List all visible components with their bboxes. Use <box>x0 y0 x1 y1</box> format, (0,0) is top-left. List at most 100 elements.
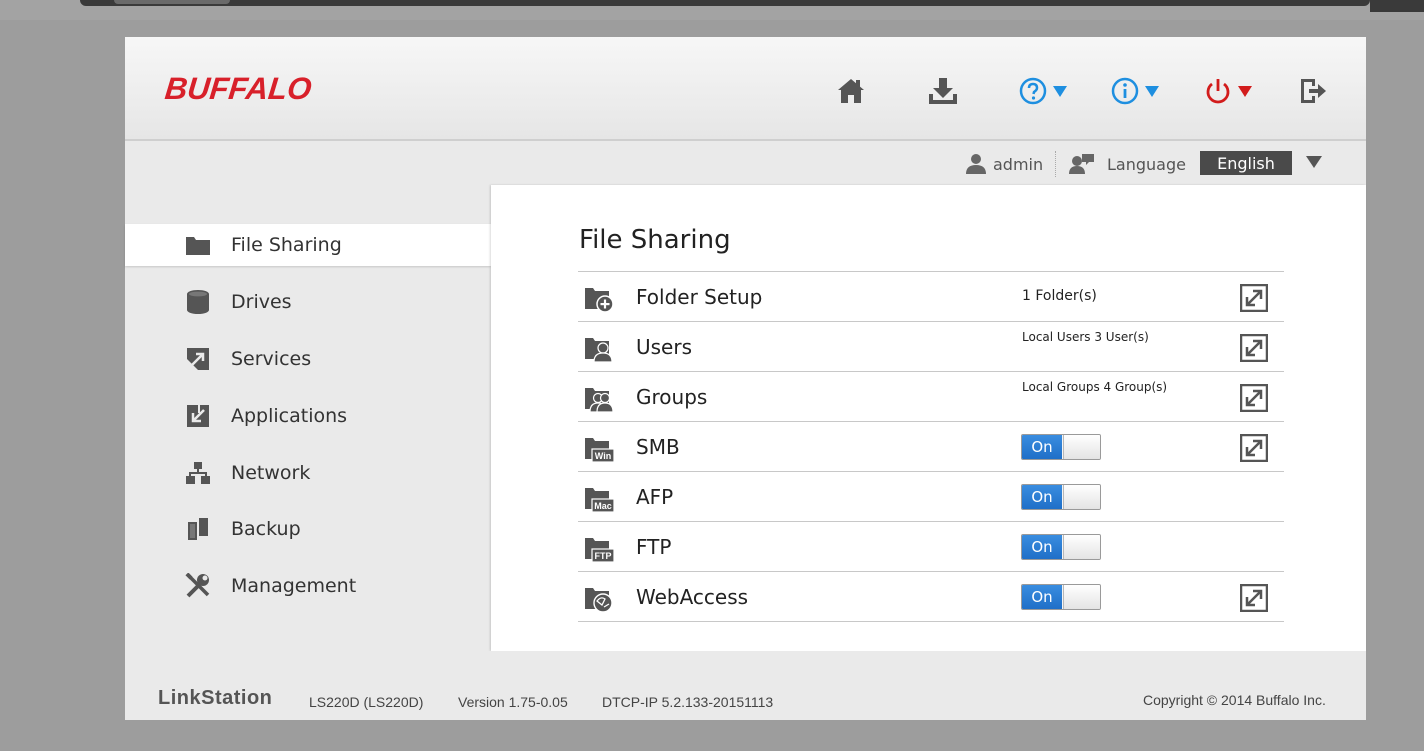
table-row-webaccess: WebAccess On <box>578 572 1284 622</box>
row-value: 1 Folder(s) <box>1022 288 1097 304</box>
folder-mac-icon: Mac <box>585 488 614 513</box>
folder-group-icon <box>585 388 614 413</box>
table-row-afp: Mac AFP On <box>578 472 1284 522</box>
power-menu-button[interactable] <box>1204 75 1252 107</box>
sidebar-item-management[interactable]: Management <box>125 565 491 607</box>
sidebar-item-services[interactable]: Services <box>125 338 491 380</box>
table-row-users: Users Local Users 3 User(s) <box>578 322 1284 372</box>
toggle-on-label: On <box>1022 585 1062 609</box>
ftp-toggle[interactable]: On <box>1021 534 1101 560</box>
language-label: Language <box>1107 154 1186 174</box>
version-text: Version 1.75-0.05 <box>458 694 568 710</box>
page-title: File Sharing <box>579 225 731 255</box>
afp-toggle[interactable]: On <box>1021 484 1101 510</box>
open-settings-icon[interactable] <box>1240 284 1268 312</box>
sidebar-item-network[interactable]: Network <box>125 452 491 494</box>
toggle-on-label: On <box>1022 435 1062 459</box>
dtcp-text: DTCP-IP 5.2.133-20151113 <box>602 694 774 710</box>
toggle-knob <box>1063 535 1100 559</box>
logout-button[interactable] <box>1298 75 1328 107</box>
svg-text:Mac: Mac <box>594 501 612 511</box>
sidebar-item-label: Services <box>231 348 312 370</box>
backup-icon <box>185 516 211 542</box>
open-settings-icon[interactable] <box>1240 384 1268 412</box>
applications-icon <box>185 403 211 429</box>
smb-toggle[interactable]: On <box>1021 434 1101 460</box>
nas-admin-page: BUFFALO admin Language English File Shar… <box>125 37 1366 720</box>
webaccess-toggle[interactable]: On <box>1021 584 1101 610</box>
linkstation-logo: LinkStation <box>158 687 273 709</box>
row-label: Folder Setup <box>636 285 763 309</box>
copyright-text: Copyright © 2014 Buffalo Inc. <box>1143 692 1326 708</box>
main-panel: File Sharing Folder Setup 1 Folder(s) Us… <box>491 185 1366 651</box>
user-account[interactable]: admin <box>965 153 1043 175</box>
row-label: Groups <box>636 385 708 409</box>
open-settings-icon[interactable] <box>1240 584 1268 612</box>
chevron-down-icon[interactable] <box>1306 156 1322 168</box>
toggle-on-label: On <box>1022 485 1062 509</box>
folder-win-icon: Win <box>585 438 614 463</box>
browser-tab[interactable] <box>114 0 230 4</box>
chevron-down-icon <box>1053 85 1067 97</box>
power-icon <box>1206 79 1230 104</box>
folder-icon <box>185 232 211 258</box>
download-icon <box>929 78 957 104</box>
row-label: Users <box>636 335 693 359</box>
info-icon <box>1111 77 1139 105</box>
user-bar: admin Language <box>125 141 1366 185</box>
row-label: FTP <box>636 535 672 559</box>
table-row-groups: Groups Local Groups 4 Group(s) <box>578 372 1284 422</box>
toggle-knob <box>1063 485 1100 509</box>
sidebar-item-label: Drives <box>231 291 292 313</box>
row-label: WebAccess <box>636 585 749 609</box>
toggle-knob <box>1063 585 1100 609</box>
sidebar-item-backup[interactable]: Backup <box>125 508 491 550</box>
table-row-folder-setup: Folder Setup 1 Folder(s) <box>578 272 1284 322</box>
network-icon <box>185 460 211 486</box>
svg-text:Win: Win <box>595 451 611 461</box>
open-settings-icon[interactable] <box>1240 334 1268 362</box>
sidebar-item-label: Management <box>231 575 357 597</box>
sidebar-item-label: Applications <box>231 405 348 427</box>
info-menu-button[interactable] <box>1111 75 1159 107</box>
tools-icon <box>185 573 211 599</box>
row-label: SMB <box>636 435 680 459</box>
table-row-smb: Win SMB On <box>578 422 1284 472</box>
sidebar-item-label: Network <box>231 462 311 484</box>
browser-frame-right <box>1370 0 1424 12</box>
sidebar-item-drives[interactable]: Drives <box>125 281 491 323</box>
model-text: LS220D (LS220D) <box>309 694 424 710</box>
logout-icon <box>1301 79 1326 103</box>
folder-web-icon <box>585 588 613 613</box>
help-icon <box>1019 77 1047 105</box>
row-value: Local Groups 4 Group(s) <box>1022 380 1168 394</box>
home-icon <box>838 79 864 103</box>
row-value: Local Users 3 User(s) <box>1022 330 1149 344</box>
folder-add-icon <box>585 288 614 313</box>
header: BUFFALO <box>125 37 1366 141</box>
chevron-down-icon <box>1145 85 1159 97</box>
home-button[interactable] <box>836 75 866 107</box>
divider <box>1055 151 1056 177</box>
settings-table: Folder Setup 1 Folder(s) Users Local Use… <box>578 271 1284 622</box>
browser-toolbar <box>80 0 1370 6</box>
user-icon <box>966 154 986 174</box>
sidebar-item-file-sharing[interactable]: File Sharing <box>125 224 491 266</box>
help-menu-button[interactable] <box>1019 75 1067 107</box>
username: admin <box>993 154 1044 174</box>
folder-user-icon <box>585 338 613 363</box>
download-button[interactable] <box>927 75 959 107</box>
open-settings-icon[interactable] <box>1240 434 1268 462</box>
toggle-on-label: On <box>1022 535 1062 559</box>
footer: LinkStation LS220D (LS220D) Version 1.75… <box>125 651 1366 720</box>
sidebar-item-label: Backup <box>231 518 301 540</box>
drive-icon <box>185 289 211 315</box>
language-select[interactable]: English <box>1200 151 1292 175</box>
buffalo-logo[interactable]: BUFFALO <box>163 71 313 107</box>
folder-ftp-icon: FTP <box>585 538 614 563</box>
toggle-knob <box>1063 435 1100 459</box>
row-label: AFP <box>636 485 674 509</box>
chevron-down-icon <box>1238 85 1252 97</box>
sidebar-item-applications[interactable]: Applications <box>125 395 491 437</box>
svg-text:FTP: FTP <box>595 551 612 561</box>
